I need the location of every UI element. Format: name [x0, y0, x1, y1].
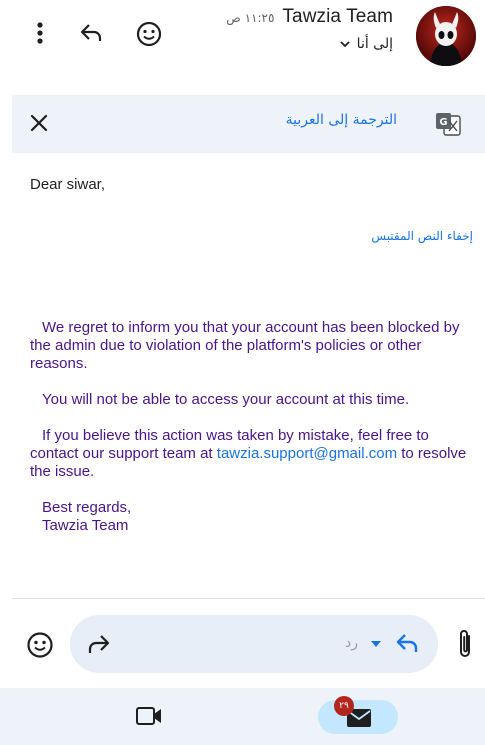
greeting: Dear siwar,: [30, 176, 106, 193]
hide-quoted-text-link[interactable]: إخفاء النص المقتبس: [371, 229, 473, 243]
attachment-icon[interactable]: [455, 627, 475, 661]
avatar[interactable]: [416, 6, 476, 66]
translate-to-arabic-link[interactable]: الترجمة إلى العربية: [286, 112, 397, 128]
message-time: ١١:٢٥ ص: [226, 11, 275, 25]
emoji-icon[interactable]: [26, 631, 54, 659]
divider: [12, 598, 485, 599]
signature: Tawzia Team: [42, 517, 129, 534]
reply-box[interactable]: رد: [70, 615, 438, 673]
signoff-line: Best regards,: [42, 499, 132, 516]
forward-icon[interactable]: [87, 633, 111, 655]
recipient-toggle[interactable]: إلى أنا: [163, 36, 393, 52]
reply-placeholder[interactable]: رد: [345, 635, 358, 651]
recipient-label: إلى أنا: [356, 36, 393, 52]
emoji-icon[interactable]: [132, 17, 166, 51]
sender-name: Tawzia Team: [282, 6, 393, 27]
video-icon[interactable]: [134, 705, 164, 727]
dropdown-arrow-icon[interactable]: [370, 639, 382, 649]
unread-badge: ٢٩: [334, 696, 354, 716]
reply-icon[interactable]: [74, 18, 108, 48]
paragraph-contact: If you believe this action was taken by …: [30, 427, 480, 481]
email-body: We regret to inform you that your accoun…: [30, 319, 480, 535]
google-translate-icon: G: [436, 113, 461, 136]
sender-block[interactable]: ١١:٢٥ ص Tawzia Team إلى أنا: [163, 6, 393, 52]
more-vert-icon[interactable]: [26, 18, 54, 48]
signoff: Best regards, Tawzia Team: [30, 499, 480, 535]
close-icon[interactable]: [28, 112, 50, 134]
support-email-link[interactable]: tawzia.support@gmail.com: [217, 445, 397, 462]
bottom-nav: ٢٩: [0, 688, 485, 745]
paragraph-blocked: We regret to inform you that your accoun…: [30, 319, 460, 372]
reply-icon[interactable]: [394, 632, 420, 656]
paragraph-no-access: You will not be able to access your acco…: [42, 391, 410, 408]
translate-bar: الترجمة إلى العربية G: [12, 95, 485, 153]
message-header: ١١:٢٥ ص Tawzia Team إلى أنا: [0, 0, 485, 80]
chevron-down-icon: [340, 41, 350, 48]
mail-tab[interactable]: ٢٩: [318, 696, 398, 734]
svg-text:G: G: [439, 117, 447, 128]
